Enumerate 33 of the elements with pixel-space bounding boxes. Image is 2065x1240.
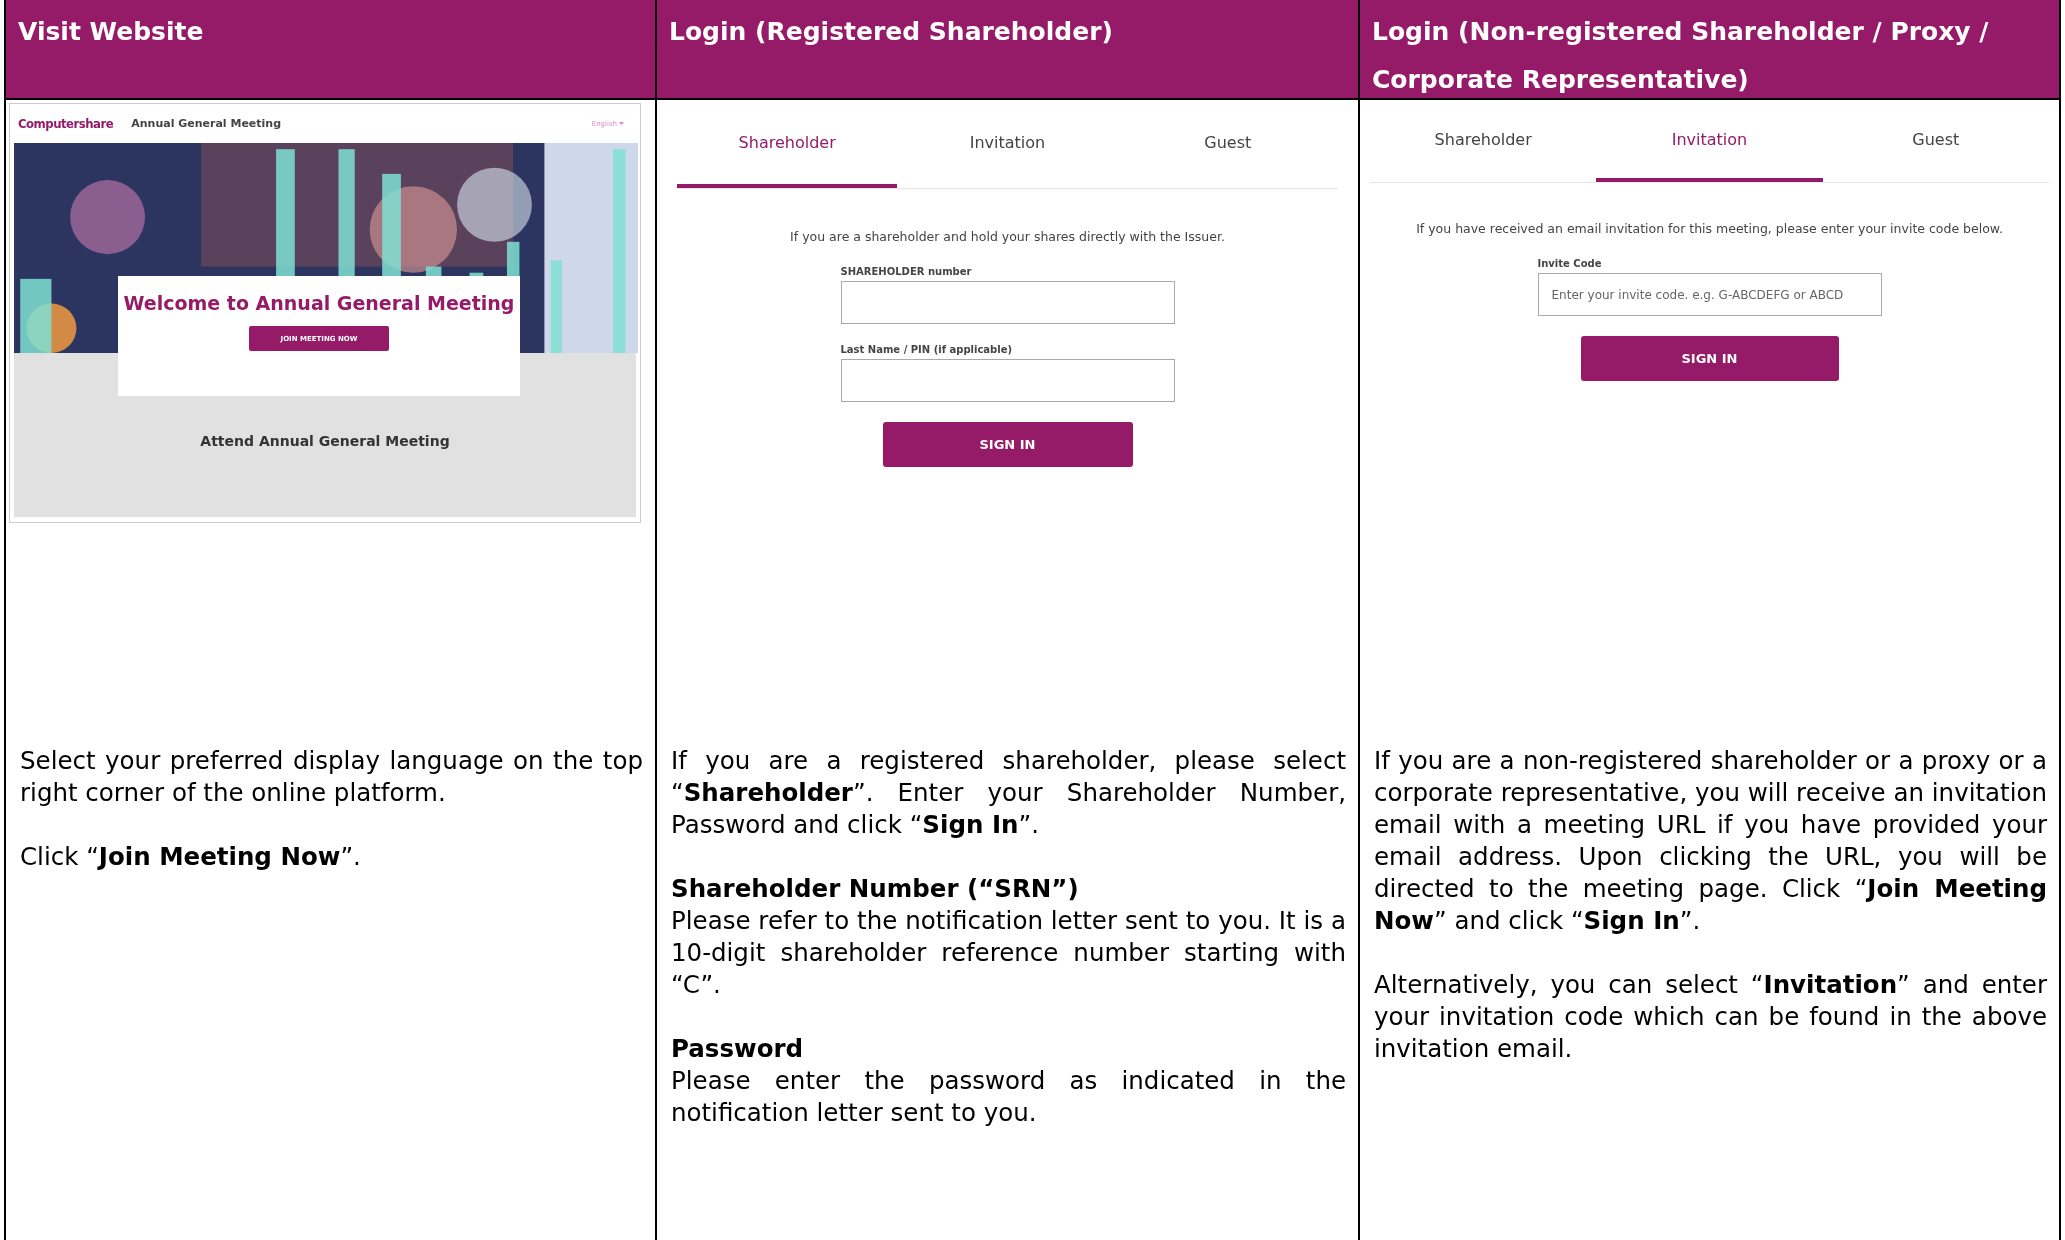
section-heading: Shareholder Number (“SRN”) (671, 873, 1080, 905)
intro-text: If you have received an email invitation for this meeting, please enter your invite code below. (1415, 221, 2004, 236)
tab[interactable]: Guest (1117, 100, 1338, 188)
column-heading: Login (Registered Shareholder) (657, 0, 1358, 100)
paragraph: Click “Join Meeting Now”. (20, 841, 362, 873)
section-heading: Password (671, 1033, 805, 1065)
tab[interactable]: Invitation (1596, 100, 1823, 182)
tab[interactable]: Invitation (897, 100, 1118, 188)
column-heading: Visit Website (6, 0, 655, 100)
logo: Computershare (18, 116, 114, 131)
paragraph: If you are a non-registered shareholder or a proxy or a corporate representative, you will receive an invitation email with a meeting URL if you have provided your email address. Upon clicking the URL, you will be directed to the meeting page. Click “Join Meeting Now” and click “Sign In”. (1374, 745, 2047, 937)
section-title: Attend Annual General Meeting (199, 433, 451, 449)
sign-in-button[interactable]: SIGN IN (882, 422, 1133, 467)
welcome-title: Welcome to Annual General Meeting (123, 292, 515, 314)
caret-icon (619, 122, 624, 125)
input-field[interactable] (840, 359, 1175, 402)
field-label: Invite Code (1537, 258, 1603, 269)
paragraph: Select your preferred display language on the top right corner of the online platform. (20, 745, 643, 809)
field-label: SHAREHOLDER number (840, 266, 973, 277)
paragraph: Please enter the password as indicated in the notification letter sent to you. (671, 1065, 1346, 1129)
tab[interactable]: Shareholder (1370, 100, 1597, 182)
column-heading: Login (Non-registered Shareholder / Proxy / Corporate Representative) (1360, 0, 2059, 100)
input-field[interactable]: Enter your invite code. e.g. G-ABCDEFG or ABCD (1537, 273, 1882, 316)
site-title: Annual General Meeting (131, 117, 282, 130)
tab[interactable]: Guest (1822, 100, 2049, 182)
tab[interactable]: Shareholder (677, 100, 898, 188)
paragraph: Please refer to the notification letter sent to you. It is a 10-digit shareholder reference number starting with “C”. (671, 905, 1346, 1001)
field-label: Last Name / PIN (if applicable) (840, 344, 1014, 355)
paragraph: If you are a registered shareholder, please select “Shareholder”. Enter your Shareholder Number, Password and click “Sign In”. (671, 745, 1346, 841)
intro-text: If you are a shareholder and hold your shares directly with the Issuer. (789, 229, 1226, 244)
paragraph: Alternatively, you can select “Invitation” and enter your invitation code which can be found in the above invitation email. (1374, 969, 2047, 1065)
sign-in-button[interactable]: SIGN IN (1580, 336, 1839, 381)
input-field[interactable] (840, 281, 1175, 324)
